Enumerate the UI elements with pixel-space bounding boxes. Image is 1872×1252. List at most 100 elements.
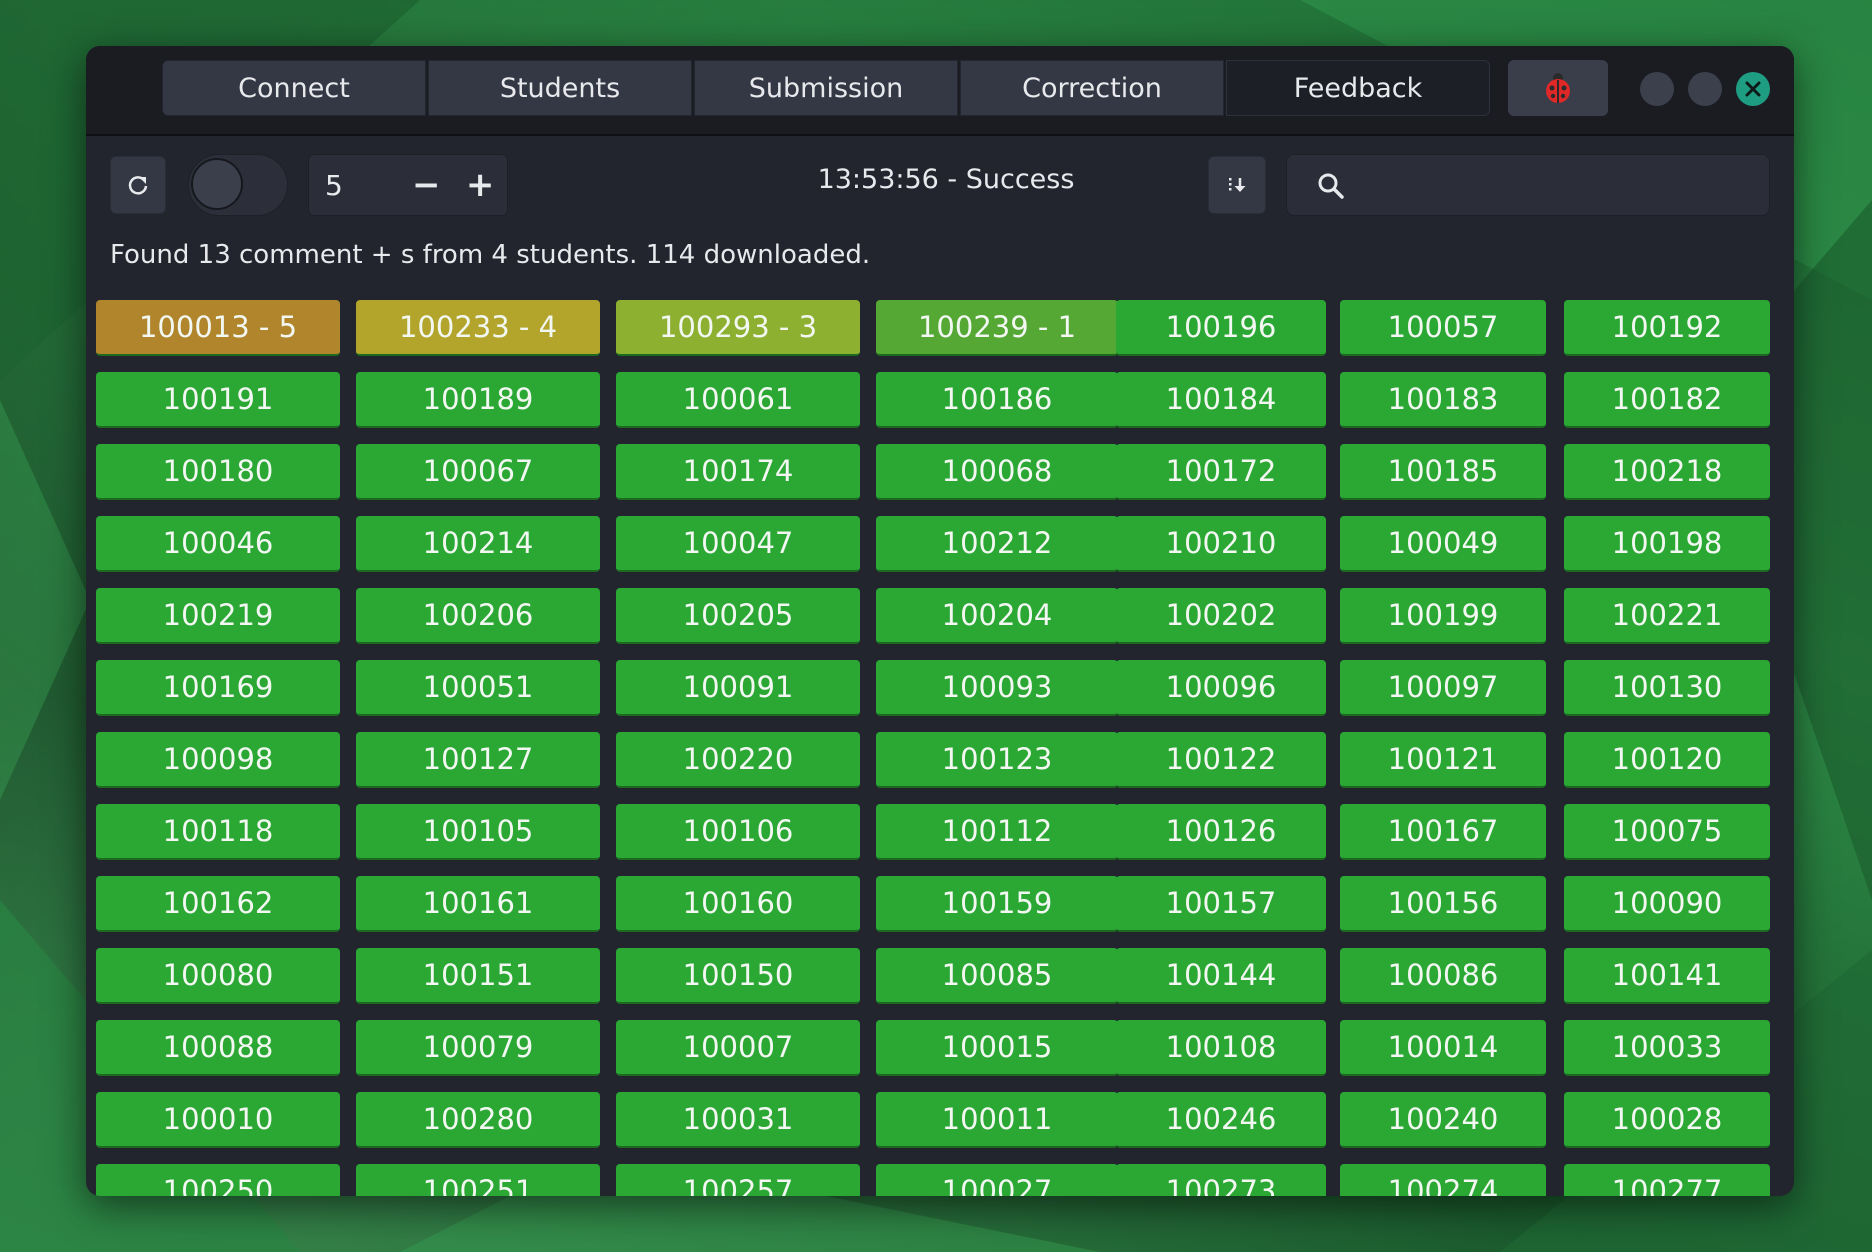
student-button[interactable]: 100127 xyxy=(356,732,600,788)
student-button[interactable]: 100196 xyxy=(1116,300,1326,356)
tab-correction[interactable]: Correction xyxy=(960,60,1224,116)
student-button[interactable]: 100007 xyxy=(616,1020,860,1076)
student-button[interactable]: 100106 xyxy=(616,804,860,860)
student-button[interactable]: 100086 xyxy=(1340,948,1546,1004)
student-button[interactable]: 100180 xyxy=(96,444,340,500)
refresh-button[interactable] xyxy=(110,156,166,214)
minimize-button[interactable] xyxy=(1640,72,1674,106)
student-button[interactable]: 100105 xyxy=(356,804,600,860)
student-button[interactable]: 100150 xyxy=(616,948,860,1004)
increment-button[interactable]: + xyxy=(453,155,507,215)
student-button[interactable]: 100240 xyxy=(1340,1092,1546,1148)
student-button[interactable]: 100202 xyxy=(1116,588,1326,644)
student-button[interactable]: 100130 xyxy=(1564,660,1770,716)
decrement-button[interactable]: − xyxy=(399,155,453,215)
student-button[interactable]: 100014 xyxy=(1340,1020,1546,1076)
student-button[interactable]: 100049 xyxy=(1340,516,1546,572)
student-button[interactable]: 100198 xyxy=(1564,516,1770,572)
student-button[interactable]: 100159 xyxy=(876,876,1118,932)
student-button[interactable]: 100293 - 3 xyxy=(616,300,860,356)
student-button[interactable]: 100161 xyxy=(356,876,600,932)
student-button[interactable]: 100061 xyxy=(616,372,860,428)
tab-submission[interactable]: Submission xyxy=(694,60,958,116)
student-button[interactable]: 100046 xyxy=(96,516,340,572)
student-button[interactable]: 100027 xyxy=(876,1164,1118,1196)
student-button[interactable]: 100121 xyxy=(1340,732,1546,788)
student-button[interactable]: 100126 xyxy=(1116,804,1326,860)
student-button[interactable]: 100182 xyxy=(1564,372,1770,428)
student-button[interactable]: 100219 xyxy=(96,588,340,644)
student-button[interactable]: 100183 xyxy=(1340,372,1546,428)
student-button[interactable]: 100080 xyxy=(96,948,340,1004)
student-button[interactable]: 100079 xyxy=(356,1020,600,1076)
student-button[interactable]: 100010 xyxy=(96,1092,340,1148)
student-button[interactable]: 100122 xyxy=(1116,732,1326,788)
student-button[interactable]: 100011 xyxy=(876,1092,1118,1148)
student-button[interactable]: 100214 xyxy=(356,516,600,572)
student-button[interactable]: 100220 xyxy=(616,732,860,788)
student-button[interactable]: 100090 xyxy=(1564,876,1770,932)
student-button[interactable]: 100096 xyxy=(1116,660,1326,716)
tab-connect[interactable]: Connect xyxy=(162,60,426,116)
sort-button[interactable] xyxy=(1208,156,1266,214)
student-button[interactable]: 100057 xyxy=(1340,300,1546,356)
student-button[interactable]: 100277 xyxy=(1564,1164,1770,1196)
student-button[interactable]: 100172 xyxy=(1116,444,1326,500)
student-button[interactable]: 100013 - 5 xyxy=(96,300,340,356)
student-button[interactable]: 100280 xyxy=(356,1092,600,1148)
student-button[interactable]: 100118 xyxy=(96,804,340,860)
student-button[interactable]: 100156 xyxy=(1340,876,1546,932)
student-button[interactable]: 100246 xyxy=(1116,1092,1326,1148)
student-button[interactable]: 100097 xyxy=(1340,660,1546,716)
student-button[interactable]: 100098 xyxy=(96,732,340,788)
student-button[interactable]: 100273 xyxy=(1116,1164,1326,1196)
student-button[interactable]: 100169 xyxy=(96,660,340,716)
student-button[interactable]: 100205 xyxy=(616,588,860,644)
student-button[interactable]: 100151 xyxy=(356,948,600,1004)
student-button[interactable]: 100141 xyxy=(1564,948,1770,1004)
student-button[interactable]: 100233 - 4 xyxy=(356,300,600,356)
student-button[interactable]: 100192 xyxy=(1564,300,1770,356)
student-button[interactable]: 100085 xyxy=(876,948,1118,1004)
student-button[interactable]: 100186 xyxy=(876,372,1118,428)
student-button[interactable]: 100167 xyxy=(1340,804,1546,860)
student-button[interactable]: 100075 xyxy=(1564,804,1770,860)
student-button[interactable]: 100274 xyxy=(1340,1164,1546,1196)
student-button[interactable]: 100067 xyxy=(356,444,600,500)
student-button[interactable]: 100015 xyxy=(876,1020,1118,1076)
student-button[interactable]: 100123 xyxy=(876,732,1118,788)
student-button[interactable]: 100210 xyxy=(1116,516,1326,572)
student-button[interactable]: 100157 xyxy=(1116,876,1326,932)
student-button[interactable]: 100221 xyxy=(1564,588,1770,644)
student-button[interactable]: 100218 xyxy=(1564,444,1770,500)
student-button[interactable]: 100108 xyxy=(1116,1020,1326,1076)
student-button[interactable]: 100144 xyxy=(1116,948,1326,1004)
student-button[interactable]: 100191 xyxy=(96,372,340,428)
close-button[interactable] xyxy=(1736,72,1770,106)
student-button[interactable]: 100251 xyxy=(356,1164,600,1196)
student-button[interactable]: 100257 xyxy=(616,1164,860,1196)
student-button[interactable]: 100068 xyxy=(876,444,1118,500)
student-button[interactable]: 100088 xyxy=(96,1020,340,1076)
student-button[interactable]: 100047 xyxy=(616,516,860,572)
student-button[interactable]: 100093 xyxy=(876,660,1118,716)
student-button[interactable]: 100031 xyxy=(616,1092,860,1148)
debug-button[interactable] xyxy=(1508,60,1608,116)
student-button[interactable]: 100239 - 1 xyxy=(876,300,1118,356)
student-button[interactable]: 100091 xyxy=(616,660,860,716)
maximize-button[interactable] xyxy=(1688,72,1722,106)
student-button[interactable]: 100206 xyxy=(356,588,600,644)
student-button[interactable]: 100185 xyxy=(1340,444,1546,500)
student-button[interactable]: 100184 xyxy=(1116,372,1326,428)
student-button[interactable]: 100204 xyxy=(876,588,1118,644)
student-button[interactable]: 100162 xyxy=(96,876,340,932)
tab-feedback[interactable]: Feedback xyxy=(1226,60,1490,116)
student-button[interactable]: 100028 xyxy=(1564,1092,1770,1148)
student-button[interactable]: 100120 xyxy=(1564,732,1770,788)
tab-students[interactable]: Students xyxy=(428,60,692,116)
student-button[interactable]: 100033 xyxy=(1564,1020,1770,1076)
toggle-switch[interactable] xyxy=(188,154,288,216)
count-value[interactable]: 5 xyxy=(309,169,399,202)
student-button[interactable]: 100051 xyxy=(356,660,600,716)
student-button[interactable]: 100112 xyxy=(876,804,1118,860)
